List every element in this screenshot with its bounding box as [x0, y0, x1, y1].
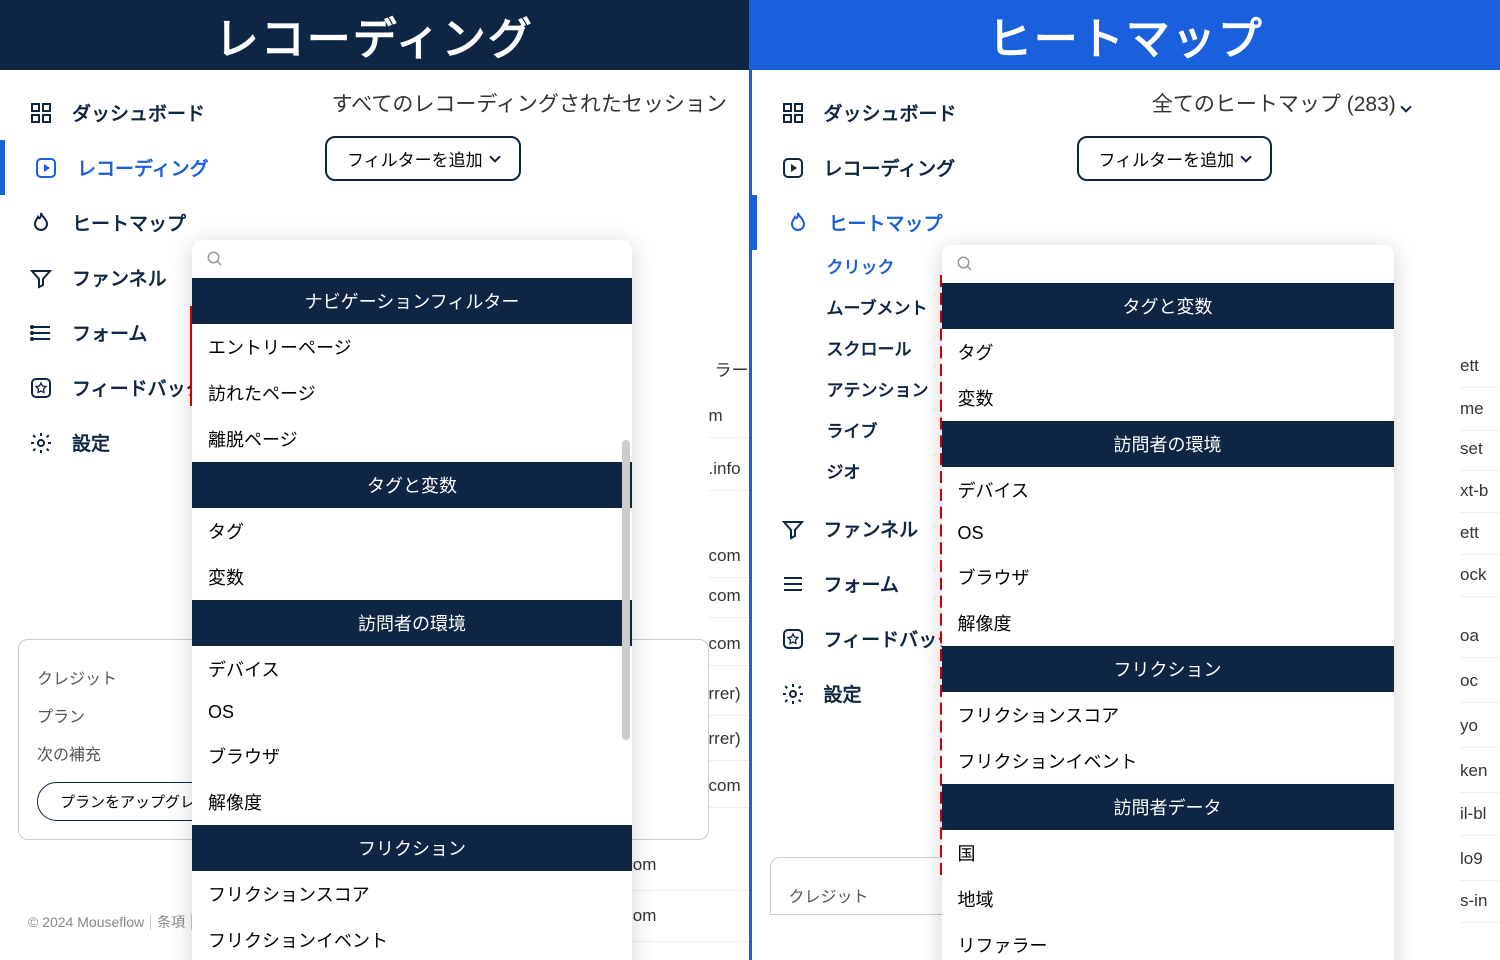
dd-item-exit[interactable]: 離脱ページ [192, 416, 632, 462]
play-icon [33, 155, 59, 181]
flame-icon [785, 210, 811, 236]
chevron-down-icon [1241, 151, 1252, 162]
dd-item-entry[interactable]: エントリーページ [192, 324, 632, 370]
filter-dropdown: タグと変数 タグ 変数 訪問者の環境 デバイス OS ブラウザ 解像度 フリクシ… [942, 245, 1394, 960]
add-filter-button[interactable]: フィルターを追加 [325, 136, 521, 181]
dropdown-search[interactable] [942, 245, 1394, 283]
search-icon [206, 250, 224, 268]
nav-dashboard[interactable]: ダッシュボード [752, 85, 1062, 140]
dd-item-fscore[interactable]: フリクションスコア [192, 871, 632, 917]
main-right: 全てのヒートマップ (283) フィルターを追加 [1062, 70, 1500, 199]
gear-icon [28, 430, 54, 456]
dashboard-icon [28, 100, 54, 126]
dd-item-country[interactable]: 国 [942, 830, 1394, 876]
play-icon [780, 155, 806, 181]
dd-item-region[interactable]: 地域 [942, 876, 1394, 922]
star-icon [780, 626, 806, 652]
left-header: レコーディング [0, 0, 749, 70]
dd-header-tags: タグと変数 [192, 462, 632, 508]
dropdown-search[interactable] [192, 240, 632, 278]
dd-item-os[interactable]: OS [942, 513, 1394, 554]
dd-header-visitor: 訪問者データ [942, 784, 1394, 830]
add-filter-button[interactable]: フィルターを追加 [1077, 136, 1273, 181]
dd-item-os[interactable]: OS [192, 692, 632, 733]
dd-item-fevent[interactable]: フリクションイベント [192, 917, 632, 960]
dd-header-env: 訪問者の環境 [192, 600, 632, 646]
dd-item-device[interactable]: デバイス [192, 646, 632, 692]
dd-item-referrer[interactable]: リファラー [942, 922, 1394, 960]
dd-item-tag[interactable]: タグ [192, 508, 632, 554]
dd-item-tag[interactable]: タグ [942, 329, 1394, 375]
dd-header-nav: ナビゲーションフィルター [192, 278, 632, 324]
dd-item-res[interactable]: 解像度 [192, 779, 632, 825]
search-icon [956, 255, 974, 273]
dd-item-var[interactable]: 変数 [192, 554, 632, 600]
upgrade-button[interactable]: プランをアップグレ [37, 782, 218, 821]
dd-header-tags: タグと変数 [942, 283, 1394, 329]
star-icon [28, 375, 54, 401]
dd-item-fscore[interactable]: フリクションスコア [942, 692, 1394, 738]
dd-item-fevent[interactable]: フリクションイベント [942, 738, 1394, 784]
scrollbar[interactable] [622, 440, 630, 740]
form-icon [28, 320, 54, 346]
form-icon [780, 571, 806, 597]
dd-item-visited[interactable]: 訪れたページ [192, 370, 632, 416]
page-title[interactable]: 全てのヒートマップ (283) [1062, 88, 1500, 118]
nav-heatmap[interactable]: ヒートマップ [752, 195, 1062, 250]
dd-item-device[interactable]: デバイス [942, 467, 1394, 513]
page-title: すべてのレコーディングされたセッション [310, 88, 749, 118]
nav-dashboard[interactable]: ダッシュボード [0, 85, 310, 140]
dd-header-friction: フリクション [192, 825, 632, 871]
dashboard-icon [780, 100, 806, 126]
footer: © 2024 Mouseflow条項プ [22, 912, 218, 932]
funnel-icon [28, 265, 54, 291]
dd-item-res[interactable]: 解像度 [942, 600, 1394, 646]
chevron-down-icon [489, 151, 500, 162]
dd-item-browser[interactable]: ブラウザ [192, 733, 632, 779]
nav-recording[interactable]: レコーディング [0, 140, 310, 195]
filter-dropdown: ナビゲーションフィルター エントリーページ 訪れたページ 離脱ページ タグと変数… [192, 240, 632, 960]
gear-icon [780, 681, 806, 707]
dd-item-browser[interactable]: ブラウザ [942, 554, 1394, 600]
flame-icon [28, 210, 54, 236]
nav-recording[interactable]: レコーディング [752, 140, 1062, 195]
funnel-icon [780, 516, 806, 542]
dd-item-var[interactable]: 変数 [942, 375, 1394, 421]
chevron-down-icon [1400, 101, 1411, 112]
dd-header-friction: フリクション [942, 646, 1394, 692]
main-left: すべてのレコーディングされたセッション フィルターを追加 [310, 70, 749, 199]
right-header: ヒートマップ [752, 0, 1500, 70]
dd-header-env: 訪問者の環境 [942, 421, 1394, 467]
